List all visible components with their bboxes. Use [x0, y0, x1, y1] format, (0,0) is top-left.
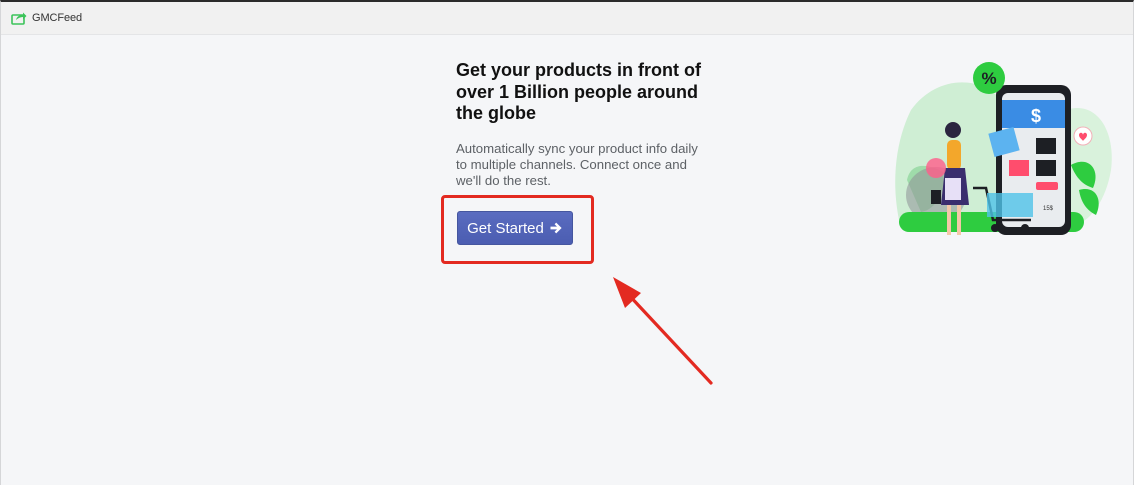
flower-plant — [926, 158, 946, 178]
svg-text:%: % — [981, 69, 996, 88]
share-arrow-icon — [11, 12, 27, 25]
hero-headline: Get your products in front of over 1 Bil… — [456, 60, 701, 123]
annotation-highlight-box — [441, 195, 594, 264]
price-tag: 15$ — [1043, 206, 1054, 212]
hero-section: Get your products in front of over 1 Bil… — [456, 60, 716, 190]
app-title: GMCFeed — [32, 12, 83, 24]
hero-description: Automatically sync your product info dai… — [456, 140, 698, 189]
dollar-badge: $ — [1031, 106, 1041, 126]
shopping-illustration: $ 15$ % — [895, 62, 1112, 235]
shopping-cart — [987, 193, 1033, 217]
woman-head — [945, 122, 961, 138]
app-window: GMCFeed Get your products in front of ov… — [0, 0, 1134, 485]
top-bar: GMCFeed — [1, 2, 1133, 35]
